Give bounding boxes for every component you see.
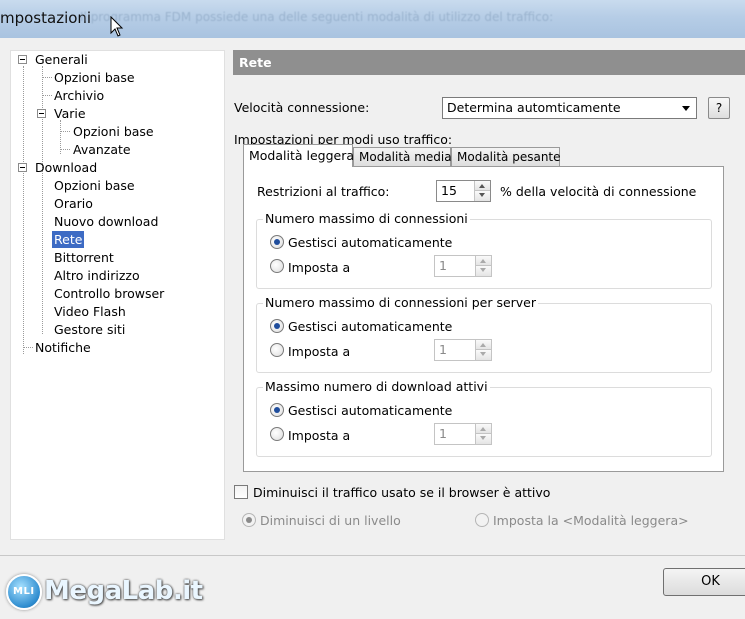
- reduce-one-level-radio[interactable]: [242, 513, 256, 527]
- traffic-limit-label: Restrizioni al traffico:: [257, 184, 390, 199]
- tree-line: [23, 66, 24, 354]
- tree-item-varie[interactable]: Varie: [52, 105, 88, 122]
- group-title: Massimo numero di download attivi: [263, 379, 490, 394]
- tree-line: [23, 347, 33, 348]
- stepper-buttons: [475, 256, 491, 276]
- tab-modalita-media[interactable]: Modalità media: [353, 147, 452, 167]
- tree-item-gestore-siti[interactable]: Gestore siti: [52, 321, 127, 338]
- auto-manage-radio[interactable]: [270, 319, 284, 333]
- stepper-up-icon[interactable]: [476, 256, 491, 266]
- collapse-download-icon[interactable]: [18, 163, 27, 172]
- set-to-radio[interactable]: [270, 427, 284, 441]
- reduce-one-level-label[interactable]: Diminuisci di un livello: [260, 513, 401, 528]
- dialog-body: Generali Opzioni base Archivio Varie Opz…: [0, 38, 745, 619]
- tree-item-opzioni-base[interactable]: Opzioni base: [52, 69, 137, 86]
- max-active-downloads-group: Massimo numero di download attivi Gestis…: [256, 379, 712, 457]
- stepper-up-icon[interactable]: [475, 181, 490, 191]
- auto-manage-label[interactable]: Gestisci automaticamente: [288, 235, 452, 250]
- connection-speed-value: Determina automticamente: [447, 100, 621, 115]
- tree-item-download[interactable]: Download: [33, 159, 99, 176]
- stepper-value: 1: [439, 342, 447, 357]
- background-window-text: Il programma FDM possiede una delle segu…: [80, 10, 554, 24]
- mouse-cursor-icon: [110, 16, 124, 37]
- max-connections-group: Numero massimo di connessioni Gestisci a…: [256, 211, 712, 289]
- ok-button[interactable]: OK: [663, 568, 745, 596]
- auto-manage-label[interactable]: Gestisci automaticamente: [288, 319, 452, 334]
- set-light-mode-label[interactable]: Imposta la <Modalità leggera>: [493, 513, 689, 528]
- tree-line: [42, 77, 52, 78]
- stepper-buttons: [475, 424, 491, 444]
- watermark-badge-text: MLI: [13, 586, 35, 597]
- group-title: Numero massimo di connessioni: [263, 211, 470, 226]
- tree-item-bittorrent[interactable]: Bittorrent: [52, 249, 116, 266]
- title-bar: mpostazioni Il programma FDM possiede un…: [0, 0, 745, 38]
- set-to-label[interactable]: Imposta a: [288, 344, 350, 359]
- collapse-varie-icon[interactable]: [37, 109, 46, 118]
- tree-line: [60, 131, 70, 132]
- set-to-radio[interactable]: [270, 259, 284, 273]
- collapse-generali-icon[interactable]: [18, 55, 27, 64]
- set-to-radio[interactable]: [270, 343, 284, 357]
- set-light-mode-radio[interactable]: [475, 513, 489, 527]
- max-connections-stepper[interactable]: 1: [434, 255, 492, 277]
- tab-modalita-leggera[interactable]: Modalità leggera: [243, 144, 354, 167]
- traffic-limit-value: 15: [441, 183, 457, 198]
- panel-header: Rete: [233, 50, 745, 75]
- connection-speed-label: Velocità connessione:: [234, 100, 370, 115]
- footer-divider: [0, 555, 745, 556]
- tree-item-nuovo-download[interactable]: Nuovo download: [52, 213, 160, 230]
- tree-item-archivio[interactable]: Archivio: [52, 87, 106, 104]
- max-active-downloads-stepper[interactable]: 1: [434, 423, 492, 445]
- reduce-traffic-label[interactable]: Diminuisci il traffico usato se il brows…: [253, 485, 550, 500]
- auto-manage-radio[interactable]: [270, 403, 284, 417]
- stepper-down-icon[interactable]: [476, 434, 491, 444]
- auto-manage-label[interactable]: Gestisci automaticamente: [288, 403, 452, 418]
- tab-modalita-pesante[interactable]: Modalità pesante: [451, 147, 561, 167]
- connection-speed-select[interactable]: Determina automticamente: [442, 97, 697, 119]
- tree-item-video-flash[interactable]: Video Flash: [52, 303, 128, 320]
- tree-item-controllo-browser[interactable]: Controllo browser: [52, 285, 166, 302]
- tree-item-notifiche[interactable]: Notifiche: [33, 339, 93, 356]
- stepper-down-icon[interactable]: [475, 191, 490, 201]
- stepper-down-icon[interactable]: [476, 350, 491, 360]
- help-button[interactable]: ?: [708, 97, 730, 119]
- tree-line: [42, 175, 43, 334]
- tree-item-orario[interactable]: Orario: [52, 195, 95, 212]
- max-connections-per-server-stepper[interactable]: 1: [434, 339, 492, 361]
- megalab-watermark-logo: MLI MegaLab.it: [0, 568, 203, 616]
- traffic-limit-suffix: % della velocità di connessione: [500, 184, 697, 199]
- stepper-up-icon[interactable]: [476, 340, 491, 350]
- tree-line: [42, 95, 52, 96]
- tree-line: [60, 149, 70, 150]
- stepper-buttons: [474, 181, 490, 201]
- max-connections-per-server-group: Numero massimo di connessioni per server…: [256, 295, 712, 373]
- tree-item-varie-opzioni-base[interactable]: Opzioni base: [71, 123, 156, 140]
- stepper-up-icon[interactable]: [476, 424, 491, 434]
- tree-item-generali[interactable]: Generali: [33, 51, 90, 68]
- set-to-label[interactable]: Imposta a: [288, 260, 350, 275]
- group-title: Numero massimo di connessioni per server: [263, 295, 539, 310]
- window-title: mpostazioni: [0, 9, 92, 27]
- tab-content-modalita-leggera: Restrizioni al traffico: 15 % della velo…: [243, 166, 724, 472]
- stepper-down-icon[interactable]: [476, 266, 491, 276]
- stepper-value: 1: [439, 426, 447, 441]
- reduce-traffic-checkbox[interactable]: [234, 485, 248, 499]
- megalab-badge-icon: MLI: [6, 574, 42, 610]
- settings-panel: Rete Velocità connessione: Determina aut…: [233, 50, 745, 550]
- traffic-limit-stepper[interactable]: 15: [436, 180, 491, 202]
- set-to-label[interactable]: Imposta a: [288, 428, 350, 443]
- watermark-text: MegaLab.it: [44, 576, 203, 606]
- auto-manage-radio[interactable]: [270, 235, 284, 249]
- settings-tree[interactable]: Generali Opzioni base Archivio Varie Opz…: [10, 50, 225, 540]
- stepper-value: 1: [439, 258, 447, 273]
- stepper-buttons: [475, 340, 491, 360]
- chevron-down-icon: [682, 106, 690, 111]
- tree-item-rete[interactable]: Rete: [52, 231, 85, 248]
- tree-item-altro-indirizzo[interactable]: Altro indirizzo: [52, 267, 142, 284]
- tree-item-download-opzioni-base[interactable]: Opzioni base: [52, 177, 137, 194]
- tree-item-avanzate[interactable]: Avanzate: [71, 141, 133, 158]
